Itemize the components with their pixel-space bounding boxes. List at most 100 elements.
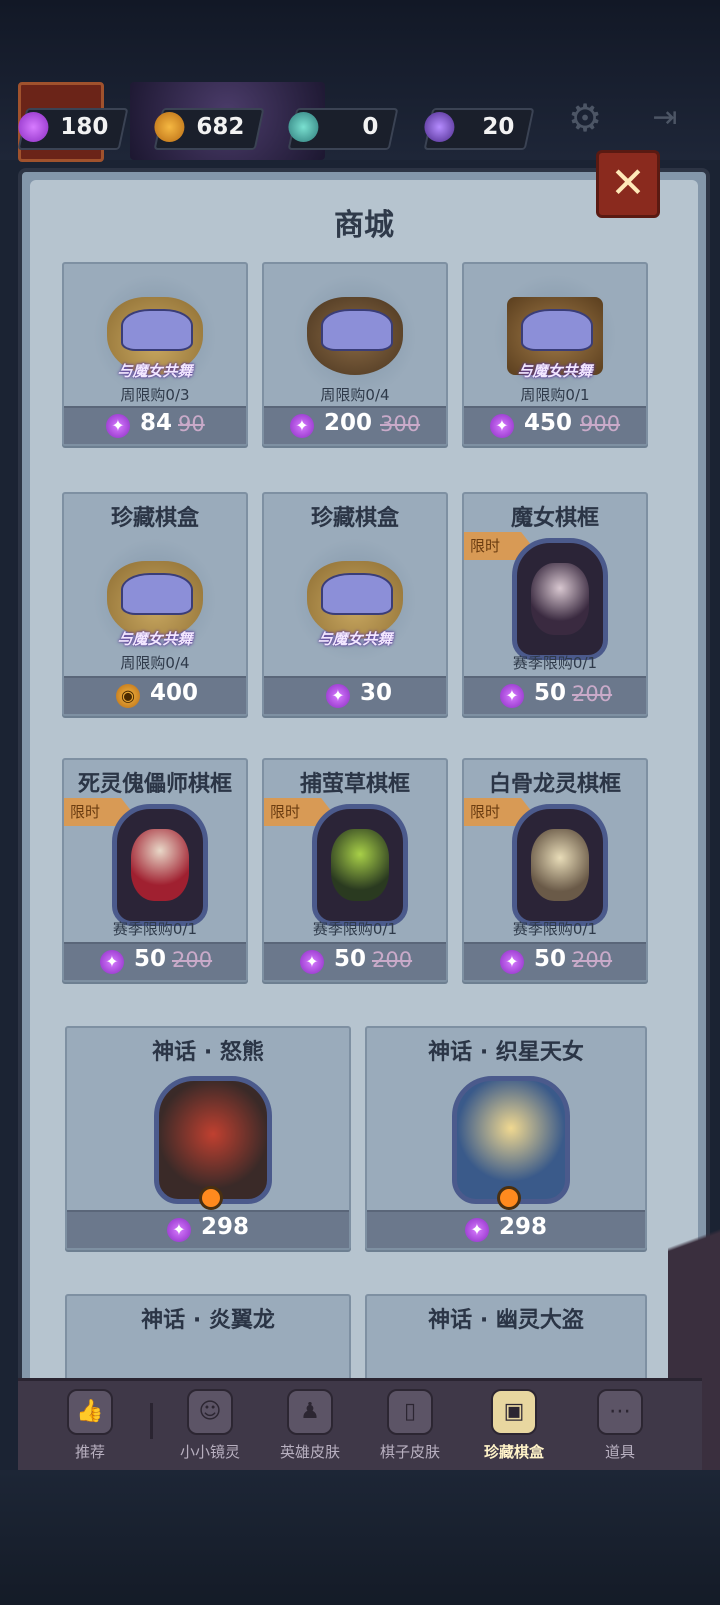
tab-hero-skin[interactable]: ♟ 英雄皮肤 [260, 1389, 360, 1469]
pumpkin-coin-icon [154, 112, 185, 142]
crystal-icon [424, 112, 455, 142]
price: 50 [134, 946, 167, 972]
candy-icon: ✦ [326, 684, 350, 708]
purchase-limit: 赛季限购0/1 [512, 654, 598, 672]
price: 30 [360, 680, 393, 706]
mask-bag-icon [307, 297, 403, 375]
shop-item-hero-ghost-thief[interactable]: 神话 · 幽灵大盗 [365, 1294, 647, 1384]
shop-item-bundle-2[interactable]: 周限购0/4 ✦ 200 300 [262, 262, 448, 446]
frame-art [112, 804, 208, 926]
exit-icon[interactable]: ⇥ [645, 98, 685, 138]
puppeteer-portrait [131, 829, 189, 901]
item-art [293, 274, 417, 398]
nav-divider [150, 1403, 153, 1439]
tab-treasure-box[interactable]: ▣ 珍藏棋盒 [464, 1389, 564, 1469]
price: 50 [334, 946, 367, 972]
items-icon: ⋯ [597, 1389, 643, 1435]
currency-value: 20 [482, 114, 515, 140]
candy-icon: ✦ [167, 1218, 191, 1242]
shop-item-bundle-1[interactable]: 与魔女共舞 周限购0/3 ✦ 84 90 [62, 262, 248, 446]
price-bar: ✦ 50 200 [464, 942, 646, 980]
item-name: 神话 · 织星天女 [428, 1040, 584, 1065]
shop-item-hero-bear[interactable]: 神话 · 怒熊 ✦ 298 [65, 1026, 351, 1250]
treasure-box-icon: ▣ [491, 1389, 537, 1435]
shop-item-witch-frame[interactable]: 魔女棋框 限时 赛季限购0/1 ✦ 50 200 [462, 492, 648, 716]
pumpkin-coin-icon: ◉ [116, 684, 140, 708]
currency-value: 682 [196, 114, 245, 140]
purchase-limit: 周限购0/4 [120, 654, 190, 672]
original-price: 300 [380, 412, 421, 436]
currency-potion[interactable]: 0 [287, 108, 399, 150]
currency-pumpkin[interactable]: 682 [153, 108, 265, 150]
top-bar: 180 682 0 20 ⚙ ⇥ [0, 0, 720, 162]
candy-icon: ✦ [500, 684, 524, 708]
currency-crystal[interactable]: 20 [423, 108, 535, 150]
price-bar: ✦ 298 [367, 1210, 645, 1248]
candy-icon: ✦ [500, 950, 524, 974]
item-name: 珍藏棋盒 [110, 506, 199, 531]
event-logo: 与魔女共舞 [517, 362, 593, 380]
frame-art [512, 804, 608, 926]
candy-icon: ✦ [465, 1218, 489, 1242]
price: 84 [140, 410, 173, 436]
price-bar: ✦ 298 [67, 1210, 349, 1248]
bone-dragon-portrait [531, 829, 589, 901]
original-price: 900 [580, 412, 621, 436]
candy-icon [18, 112, 49, 142]
bottom-background [0, 1470, 720, 1605]
price: 450 [524, 410, 573, 436]
shop-item-firefly-frame[interactable]: 捕萤草棋框 限时 赛季限购0/1 ✦ 50 200 [262, 758, 448, 982]
item-name: 捕萤草棋框 [299, 772, 410, 797]
purchase-limit: 赛季限购0/1 [312, 920, 398, 938]
candy-icon: ✦ [300, 950, 324, 974]
item-name: 魔女棋框 [510, 506, 599, 531]
purchase-limit: 周限购0/3 [120, 386, 190, 404]
item-name: 珍藏棋盒 [310, 506, 399, 531]
close-button[interactable]: ✕ [596, 150, 660, 218]
candy-icon: ✦ [100, 950, 124, 974]
shop-item-box-2[interactable]: 珍藏棋盒 与魔女共舞 ✦ 30 [262, 492, 448, 716]
price: 298 [201, 1214, 250, 1240]
item-name: 死灵傀儡师棋框 [77, 772, 232, 797]
price-bar: ✦ 50 200 [64, 942, 246, 980]
item-name: 白骨龙灵棋框 [488, 772, 621, 797]
shop-item-bundle-3[interactable]: 与魔女共舞 周限购0/1 ✦ 450 900 [462, 262, 648, 446]
shop-item-hero-flame-dragon[interactable]: 神话 · 炎翼龙 [65, 1294, 351, 1384]
purchase-limit: 赛季限购0/1 [512, 920, 598, 938]
currency-value: 0 [362, 114, 379, 140]
item-name: 神话 · 幽灵大盗 [428, 1308, 584, 1333]
tab-chess-skin[interactable]: ▯ 棋子皮肤 [360, 1389, 460, 1469]
bottom-nav: 👍 推荐 ☺ 小小镜灵 ♟ 英雄皮肤 ▯ 棋子皮肤 ▣ 珍藏棋盒 ⋯ 道具 [18, 1378, 702, 1473]
tab-items[interactable]: ⋯ 道具 [570, 1389, 670, 1469]
price: 50 [534, 946, 567, 972]
candy-icon: ✦ [106, 414, 130, 438]
hero-skin-icon: ♟ [287, 1389, 333, 1435]
currency-candy[interactable]: 180 [17, 108, 129, 150]
rarity-gem-icon [199, 1186, 223, 1210]
shop-item-puppeteer-frame[interactable]: 死灵傀儡师棋框 限时 赛季限购0/1 ✦ 50 200 [62, 758, 248, 982]
tab-label: 珍藏棋盒 [483, 1443, 544, 1461]
original-price: 200 [572, 682, 613, 706]
shop-item-box-1[interactable]: 珍藏棋盒 与魔女共舞 周限购0/4 ◉ 400 [62, 492, 248, 716]
chess-skin-icon: ▯ [387, 1389, 433, 1435]
item-name: 神话 · 炎翼龙 [141, 1308, 275, 1333]
shop-item-bone-dragon-frame[interactable]: 白骨龙灵棋框 限时 赛季限购0/1 ✦ 50 200 [462, 758, 648, 982]
potion-icon [288, 112, 319, 142]
price-bar: ✦ 84 90 [64, 406, 246, 444]
candy-icon: ✦ [490, 414, 514, 438]
frame-art [312, 804, 408, 926]
tab-label: 道具 [604, 1443, 635, 1461]
tab-mirror-spirit[interactable]: ☺ 小小镜灵 [160, 1389, 260, 1469]
tab-recommend[interactable]: 👍 推荐 [40, 1389, 140, 1469]
purchase-limit: 周限购0/1 [520, 386, 590, 404]
shop-item-hero-star-weaver[interactable]: 神话 · 织星天女 ✦ 298 [365, 1026, 647, 1250]
gear-icon[interactable]: ⚙ [565, 98, 605, 138]
plant-portrait [331, 829, 389, 901]
rarity-gem-icon [497, 1186, 521, 1210]
price: 200 [324, 410, 373, 436]
hero-art [154, 1076, 272, 1204]
price-bar: ✦ 50 200 [264, 942, 446, 980]
price: 400 [150, 680, 199, 706]
price-bar: ◉ 400 [64, 676, 246, 714]
tab-label: 英雄皮肤 [279, 1443, 340, 1461]
